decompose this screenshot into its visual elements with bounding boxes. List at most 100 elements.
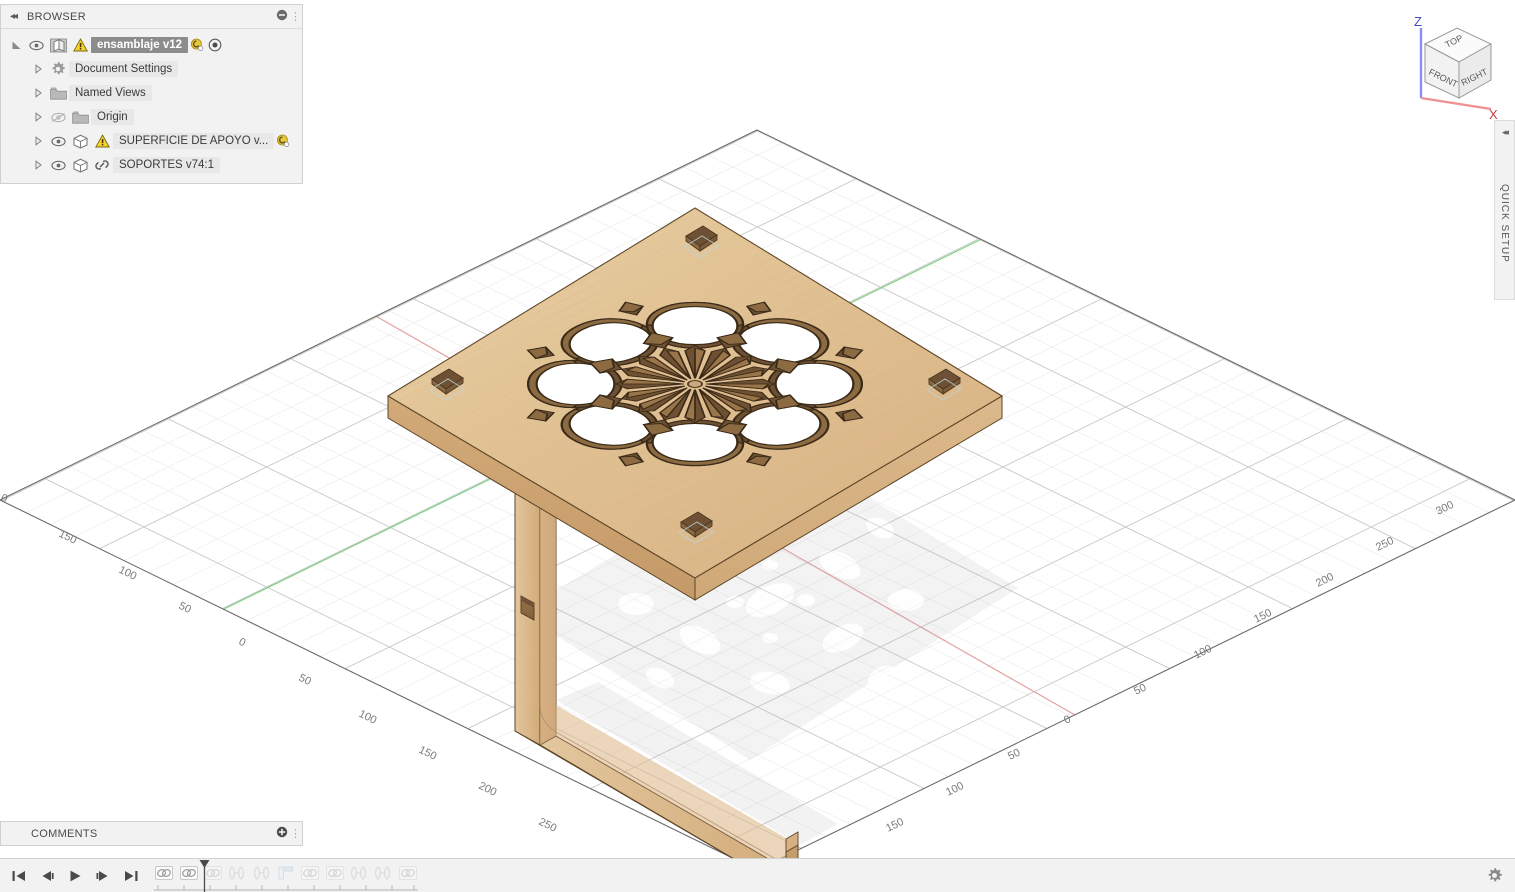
axis-z-label: Z [1414,14,1422,29]
eye-hidden-icon[interactable] [47,105,69,129]
step-forward-icon [96,870,108,881]
expand-triangle-icon[interactable] [29,105,47,129]
feature-joint-1[interactable] [152,861,176,885]
collapse-left-arrows-icon[interactable]: ◂◂ [1502,121,1509,138]
browser-header: ◂◂ BROWSER ⋮ [1,5,302,29]
svg-text:200: 200 [477,780,499,799]
feature-joint-4[interactable] [298,861,322,885]
link-icon [91,153,113,177]
align-icon [278,866,294,880]
svg-text:100: 100 [357,708,379,727]
browser-title: BROWSER [27,10,86,23]
add-comment-plus-icon[interactable] [274,826,290,841]
motion-link-icon [229,866,245,880]
folder-icon [69,105,91,129]
timeline-ruler [154,884,418,890]
browser-tree-children[interactable]: Document Settings Named Views Origin SUPERF… [1,57,302,177]
radio-target-icon[interactable] [206,33,224,57]
tree-row-4[interactable]: SOPORTES v74:1 [1,153,302,177]
collapse-left-arrows-icon[interactable]: ◂◂ [5,11,21,22]
link-icon [95,160,109,170]
component-icon [47,33,69,57]
timeline-playback-controls[interactable] [0,863,144,889]
folder-icon [71,111,89,124]
eye-icon [50,160,66,170]
go-to-beginning-button[interactable] [6,863,32,889]
expand-triangle-icon[interactable] [7,33,25,57]
comments-panel[interactable]: COMMENTS ⋮ [0,821,303,846]
compute-badge-icon[interactable] [274,129,292,153]
warning-triangle-icon [91,129,113,153]
tree-item-label[interactable]: Named Views [69,85,152,101]
go-to-end-button[interactable] [118,863,144,889]
svg-text:50: 50 [177,600,193,616]
gear-icon [52,62,65,75]
tree-row-2[interactable]: Origin [1,105,302,129]
joint-icon [398,866,417,880]
body-cube-icon [72,158,88,173]
tree-row-1[interactable]: Named Views [1,81,302,105]
gear-icon [47,57,69,81]
tree-item-label-root[interactable]: ensamblaje v12 [91,37,189,53]
feature-align-1[interactable] [274,861,298,885]
tree-item-label[interactable]: SUPERFICIE DE APOYO v... [113,133,275,149]
compute-badge-icon[interactable] [188,33,206,57]
svg-text:50: 50 [1006,747,1022,763]
skip-to-end-icon [125,870,138,881]
feature-motion-4[interactable] [371,861,395,885]
eye-icon[interactable] [25,33,47,57]
comments-title: COMMENTS [31,827,98,840]
step-back-icon [42,870,54,881]
svg-text:250: 250 [537,816,559,835]
timeline-bar[interactable] [0,858,1515,892]
compute-badge-icon [277,134,290,148]
feature-joint-5[interactable] [323,861,347,885]
minimize-icon[interactable] [274,9,290,24]
browser-tree[interactable]: ensamblaje v12 Document Settings Named Vi… [1,29,302,183]
svg-text:100: 100 [944,780,966,799]
view-cube[interactable]: Z X TOP FRONT RIGHT [1395,12,1510,127]
tree-row-3[interactable]: SUPERFICIE DE APOYO v... [1,129,302,153]
timeline-settings-button[interactable] [1481,863,1507,889]
expand-triangle-icon[interactable] [29,57,47,81]
feature-joint-6[interactable] [396,861,420,885]
browser-panel[interactable]: ◂◂ BROWSER ⋮ ensamblaje v12 Document Set… [0,4,303,184]
tree-item-label[interactable]: Origin [91,109,134,125]
motion-link-icon [375,866,391,880]
expand-triangle-icon[interactable] [29,81,47,105]
resize-grip-icon[interactable]: ⋮ [290,827,301,840]
body-cube-icon [69,129,91,153]
step-back-button[interactable] [34,863,60,889]
feature-motion-1[interactable] [225,861,249,885]
motion-link-icon [253,866,269,880]
motion-link-icon [350,866,367,880]
warning-triangle-icon [69,33,91,57]
body-cube-icon [72,134,88,149]
timeline-features[interactable] [152,859,420,885]
eye-icon[interactable] [47,153,69,177]
eye-icon[interactable] [47,129,69,153]
feature-motion-2[interactable] [249,861,273,885]
expand-triangle-icon[interactable] [29,129,47,153]
feature-motion-3[interactable] [347,861,371,885]
skip-to-start-icon [12,870,25,881]
joint-icon [301,866,320,880]
folder-icon [47,81,69,105]
body-cube-icon [69,153,91,177]
gear-icon [1488,868,1502,882]
joint-icon [155,866,174,880]
timeline-playhead-marker[interactable] [198,859,211,892]
play-button[interactable] [62,863,88,889]
tree-row-0[interactable]: Document Settings [1,57,302,81]
quick-setup-label[interactable]: QUICK SETUP [1499,184,1510,263]
quick-setup-rail[interactable]: ◂◂ QUICK SETUP [1494,120,1515,300]
timeline-track[interactable] [152,859,420,892]
resize-grip-icon[interactable]: ⋮ [290,10,301,23]
tree-item-label[interactable]: Document Settings [69,61,179,77]
step-forward-button[interactable] [90,863,116,889]
tree-row-root[interactable]: ensamblaje v12 [1,33,302,57]
svg-text:0: 0 [237,636,248,649]
tree-item-label[interactable]: SOPORTES v74:1 [113,157,221,173]
play-icon [70,870,81,881]
expand-triangle-icon[interactable] [29,153,47,177]
